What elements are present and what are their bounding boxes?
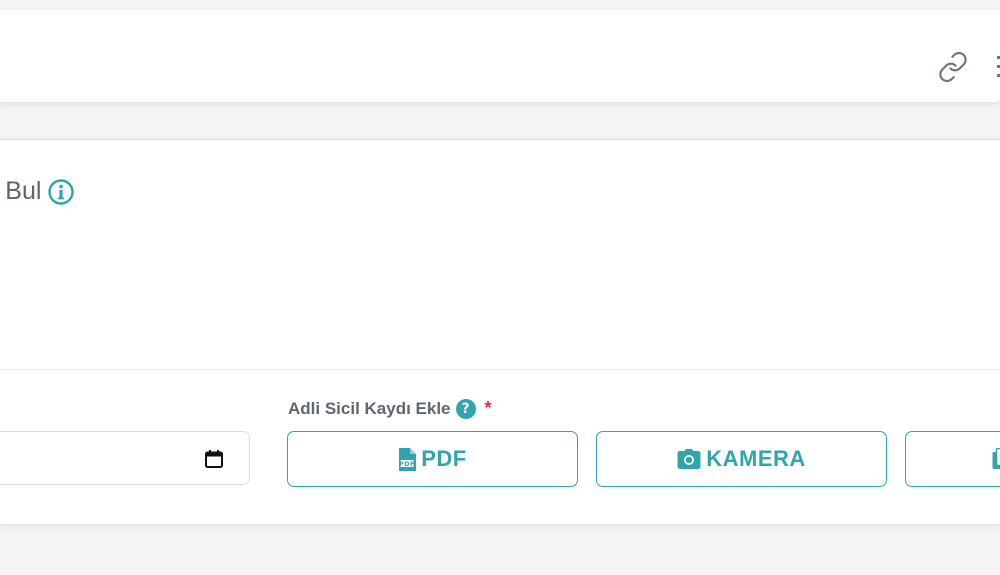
svg-text:PDF: PDF xyxy=(400,461,415,468)
date-field[interactable] xyxy=(0,431,250,485)
card-title-text: r Bul xyxy=(0,177,42,205)
file-copy-icon xyxy=(992,448,1000,470)
file-upload-button[interactable] xyxy=(905,431,1000,487)
pdf-upload-button[interactable]: PDF PDF xyxy=(287,431,578,487)
camera-button-label: KAMERA xyxy=(706,446,806,471)
link-icon[interactable] xyxy=(936,50,970,84)
upload-label-text: Adli Sicil Kaydı Ekle xyxy=(288,398,451,418)
pdf-file-icon: PDF xyxy=(398,447,417,471)
form-card: r Bul Adli Sicil Kaydı Ekle ? * xyxy=(0,139,1000,524)
top-navbar xyxy=(0,10,1000,102)
pdf-button-label: PDF xyxy=(421,446,467,471)
date-input[interactable] xyxy=(1,446,185,472)
info-icon[interactable] xyxy=(47,178,75,206)
help-icon[interactable]: ? xyxy=(455,398,476,419)
calendar-icon[interactable] xyxy=(203,448,225,470)
menu-icon[interactable] xyxy=(994,54,1000,80)
section-divider xyxy=(0,369,1000,370)
camera-icon xyxy=(677,449,701,469)
camera-button[interactable]: KAMERA xyxy=(596,431,887,487)
upload-label: Adli Sicil Kaydı Ekle ? * xyxy=(288,398,492,419)
card-title: r Bul xyxy=(0,177,75,206)
required-mark: * xyxy=(484,398,492,418)
